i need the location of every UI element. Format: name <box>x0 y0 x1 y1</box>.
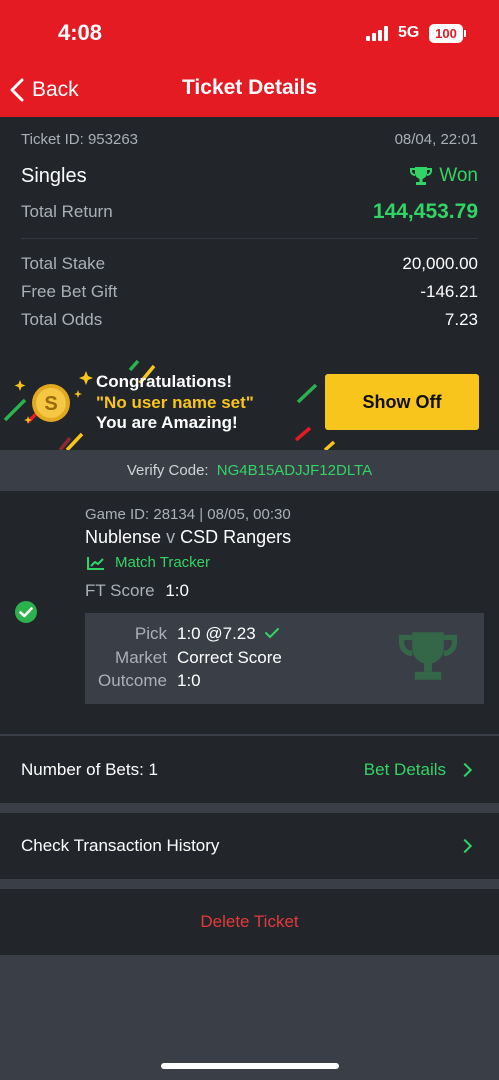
congrats-message: Congratulations! "No user name set" You … <box>96 372 254 434</box>
total-stake-label: Total Stake <box>21 254 106 273</box>
navigation-bar: Back Ticket Details <box>0 62 499 117</box>
signal-icon <box>366 26 390 41</box>
page-title: Ticket Details <box>181 76 317 99</box>
check-icon <box>264 628 279 639</box>
match-tracker-link[interactable]: Match Tracker <box>87 554 210 571</box>
verify-code-label: Verify Code: <box>126 462 209 479</box>
coin-icon: S <box>32 384 70 422</box>
chevron-right-icon <box>457 838 473 854</box>
delete-ticket-label: Delete Ticket <box>200 912 299 931</box>
total-return-label: Total Return <box>21 202 113 221</box>
bet-details-label: Bet Details <box>363 759 446 779</box>
status-text: Won <box>439 165 478 186</box>
divider <box>21 238 478 239</box>
pick-value: 1:0 @7.23 <box>177 624 256 643</box>
ticket-id: Ticket ID: 953263 <box>21 130 139 148</box>
ticket-type: Singles <box>21 164 87 187</box>
match-tracker-label: Match Tracker <box>115 554 211 571</box>
congrats-username: "No user name set" <box>96 392 254 412</box>
verify-code-value: NG4B15ADJJF12DLTA <box>216 462 373 479</box>
home-indicator <box>161 1063 339 1069</box>
congrats-line-1: Congratulations! <box>96 372 232 391</box>
svg-text:S: S <box>44 393 57 415</box>
battery-icon: 100 <box>429 24 463 43</box>
bet-details-row[interactable]: Number of Bets: 1 Bet Details <box>0 736 499 803</box>
total-odds-value: 7.23 <box>444 310 478 329</box>
trophy-icon <box>410 167 433 185</box>
bet-detail-card: Game ID: 28134 | 08/05, 00:30 Nublense v… <box>0 491 499 734</box>
match-title: Nublense v CSD Rangers <box>85 527 291 548</box>
pick-details-box: Pick 1:0 @7.23 Market Correct Score Outc… <box>85 613 484 704</box>
total-stake-value: 20,000.00 <box>402 254 478 273</box>
ft-score: FT Score 1:0 <box>85 581 189 601</box>
total-return-value: 144,453.79 <box>372 200 478 223</box>
battery-tip <box>464 30 466 37</box>
outcome-value: 1:0 <box>177 671 201 690</box>
show-off-button[interactable]: Show Off <box>325 374 479 430</box>
market-value: Correct Score <box>177 648 282 667</box>
away-team: CSD Rangers <box>180 527 292 547</box>
pick-label: Pick <box>134 624 167 643</box>
verify-code-bar: Verify Code: NG4B15ADJJF12DLTA <box>0 451 499 491</box>
ticket-summary: Ticket ID: 953263 08/04, 22:01 Singles W… <box>0 117 499 350</box>
ticket-date: 08/04, 22:01 <box>394 130 478 148</box>
congrats-banner: S Congratulations! "No user name set" Yo… <box>0 350 499 450</box>
total-odds-label: Total Odds <box>21 310 103 329</box>
bet-details-link[interactable]: Bet Details <box>364 760 478 780</box>
network-type: 5G <box>398 24 420 41</box>
delete-ticket-button[interactable]: Delete Ticket <box>0 889 499 955</box>
outcome-label: Outcome <box>98 671 167 690</box>
ft-score-value: 1:0 <box>165 581 189 600</box>
congrats-line-3: You are Amazing! <box>96 413 238 432</box>
chevron-right-icon <box>457 762 473 777</box>
versus: v <box>166 527 176 547</box>
transaction-history-row[interactable]: Check Transaction History <box>0 813 499 879</box>
status-badge: Won <box>410 165 478 187</box>
ft-score-label: FT Score <box>85 581 155 600</box>
transaction-history-label: Check Transaction History <box>21 836 220 855</box>
number-of-bets: Number of Bets: 1 <box>21 759 159 779</box>
status-time: 4:08 <box>58 20 103 45</box>
home-team: Nublense <box>85 527 162 547</box>
free-bet-label: Free Bet Gift <box>21 282 118 301</box>
status-bar: 4:08 5G 100 <box>0 0 499 62</box>
market-label: Market <box>115 648 167 667</box>
chart-line-icon <box>87 556 104 570</box>
check-circle-icon <box>15 601 37 623</box>
free-bet-value: -146.21 <box>420 282 478 301</box>
game-info: Game ID: 28134 | 08/05, 00:30 <box>85 506 291 523</box>
